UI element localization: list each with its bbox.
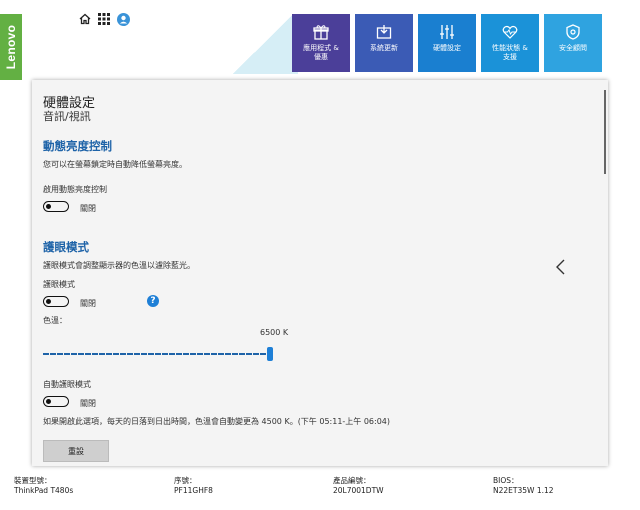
decorative-triangle bbox=[228, 14, 298, 74]
user-icon[interactable] bbox=[116, 12, 130, 26]
tile-label: 應用程式 & 優惠 bbox=[303, 44, 339, 61]
auto-eye-care-label: 自動護眼模式 bbox=[43, 380, 91, 389]
help-icon[interactable]: ? bbox=[147, 295, 159, 307]
tile-apps-offers[interactable]: 應用程式 & 優惠 bbox=[292, 14, 350, 72]
eye-care-toggle-state: 關閉 bbox=[80, 299, 96, 308]
tile-label: 系統更新 bbox=[370, 44, 398, 52]
tile-hardware-settings[interactable]: 硬體設定 bbox=[418, 14, 476, 72]
auto-eye-care-toggle[interactable] bbox=[43, 396, 69, 407]
nav-tiles: 應用程式 & 優惠 系統更新 硬體設定 性能狀態 & 支援 安全顧問 bbox=[292, 14, 602, 72]
eye-care-toggle[interactable] bbox=[43, 296, 69, 307]
dynamic-brightness-toggle-label: 啟用動態亮度控制 bbox=[43, 185, 107, 194]
color-temp-label: 色溫： bbox=[43, 316, 67, 325]
model-label: 裝置型號： bbox=[14, 476, 52, 485]
lenovo-logo: Lenovo bbox=[0, 14, 22, 80]
sliders-icon bbox=[440, 25, 454, 39]
reset-button[interactable]: 重設 bbox=[43, 440, 109, 462]
heart-pulse-icon bbox=[502, 25, 518, 39]
tile-label: 性能狀態 & 支援 bbox=[492, 44, 528, 61]
shield-icon bbox=[566, 24, 580, 40]
chevron-left-icon[interactable] bbox=[554, 258, 568, 276]
settings-panel: 硬體設定 音訊/視訊 動態亮度控制 您可以在螢幕鎖定時自動降低螢幕亮度。 啟用動… bbox=[32, 80, 608, 466]
serial-value: PF11GHF8 bbox=[174, 486, 213, 495]
top-icon-bar bbox=[78, 12, 130, 26]
serial-label: 序號： bbox=[174, 476, 197, 485]
color-temp-value: 6500 K bbox=[260, 328, 289, 337]
tile-system-update[interactable]: 系統更新 bbox=[355, 14, 413, 72]
grid-icon[interactable] bbox=[97, 12, 111, 26]
scrollbar[interactable] bbox=[604, 90, 606, 174]
home-icon[interactable] bbox=[78, 12, 92, 26]
dynamic-brightness-toggle-state: 關閉 bbox=[80, 204, 96, 213]
dynamic-brightness-toggle[interactable] bbox=[43, 201, 69, 212]
update-icon bbox=[376, 25, 392, 39]
model-value: ThinkPad T480s bbox=[14, 486, 74, 495]
dynamic-brightness-description: 您可以在螢幕鎖定時自動降低螢幕亮度。 bbox=[43, 160, 187, 169]
product-label: 產品編號： bbox=[333, 476, 371, 485]
gift-icon bbox=[313, 25, 329, 40]
eye-care-toggle-label: 護眼模式 bbox=[43, 280, 75, 289]
dynamic-brightness-heading: 動態亮度控制 bbox=[43, 139, 112, 153]
device-info-footer: 裝置型號： ThinkPad T480s 序號： PF11GHF8 產品編號： … bbox=[0, 476, 640, 500]
color-temp-slider-thumb[interactable] bbox=[267, 347, 273, 361]
auto-eye-care-state: 關閉 bbox=[80, 399, 96, 408]
tile-label: 硬體設定 bbox=[433, 44, 461, 52]
bios-value: N22ET35W 1.12 bbox=[493, 486, 554, 495]
auto-eye-care-description: 如果開啟此選項，每天的日落到日出時間，色溫會自動變更為 4500 K。(下午 0… bbox=[43, 417, 391, 426]
bios-label: BIOS： bbox=[493, 476, 519, 485]
color-temp-slider-track[interactable] bbox=[43, 353, 273, 355]
product-value: 20L7001DTW bbox=[333, 486, 384, 495]
page-subtitle: 音訊/視訊 bbox=[43, 110, 91, 123]
eye-care-heading: 護眼模式 bbox=[43, 240, 89, 254]
tile-security-advisor[interactable]: 安全顧問 bbox=[544, 14, 602, 72]
tile-health-support[interactable]: 性能狀態 & 支援 bbox=[481, 14, 539, 72]
eye-care-description: 護眼模式會調整顯示器的色溫以濾除藍光。 bbox=[43, 261, 195, 270]
tile-label: 安全顧問 bbox=[559, 44, 587, 52]
